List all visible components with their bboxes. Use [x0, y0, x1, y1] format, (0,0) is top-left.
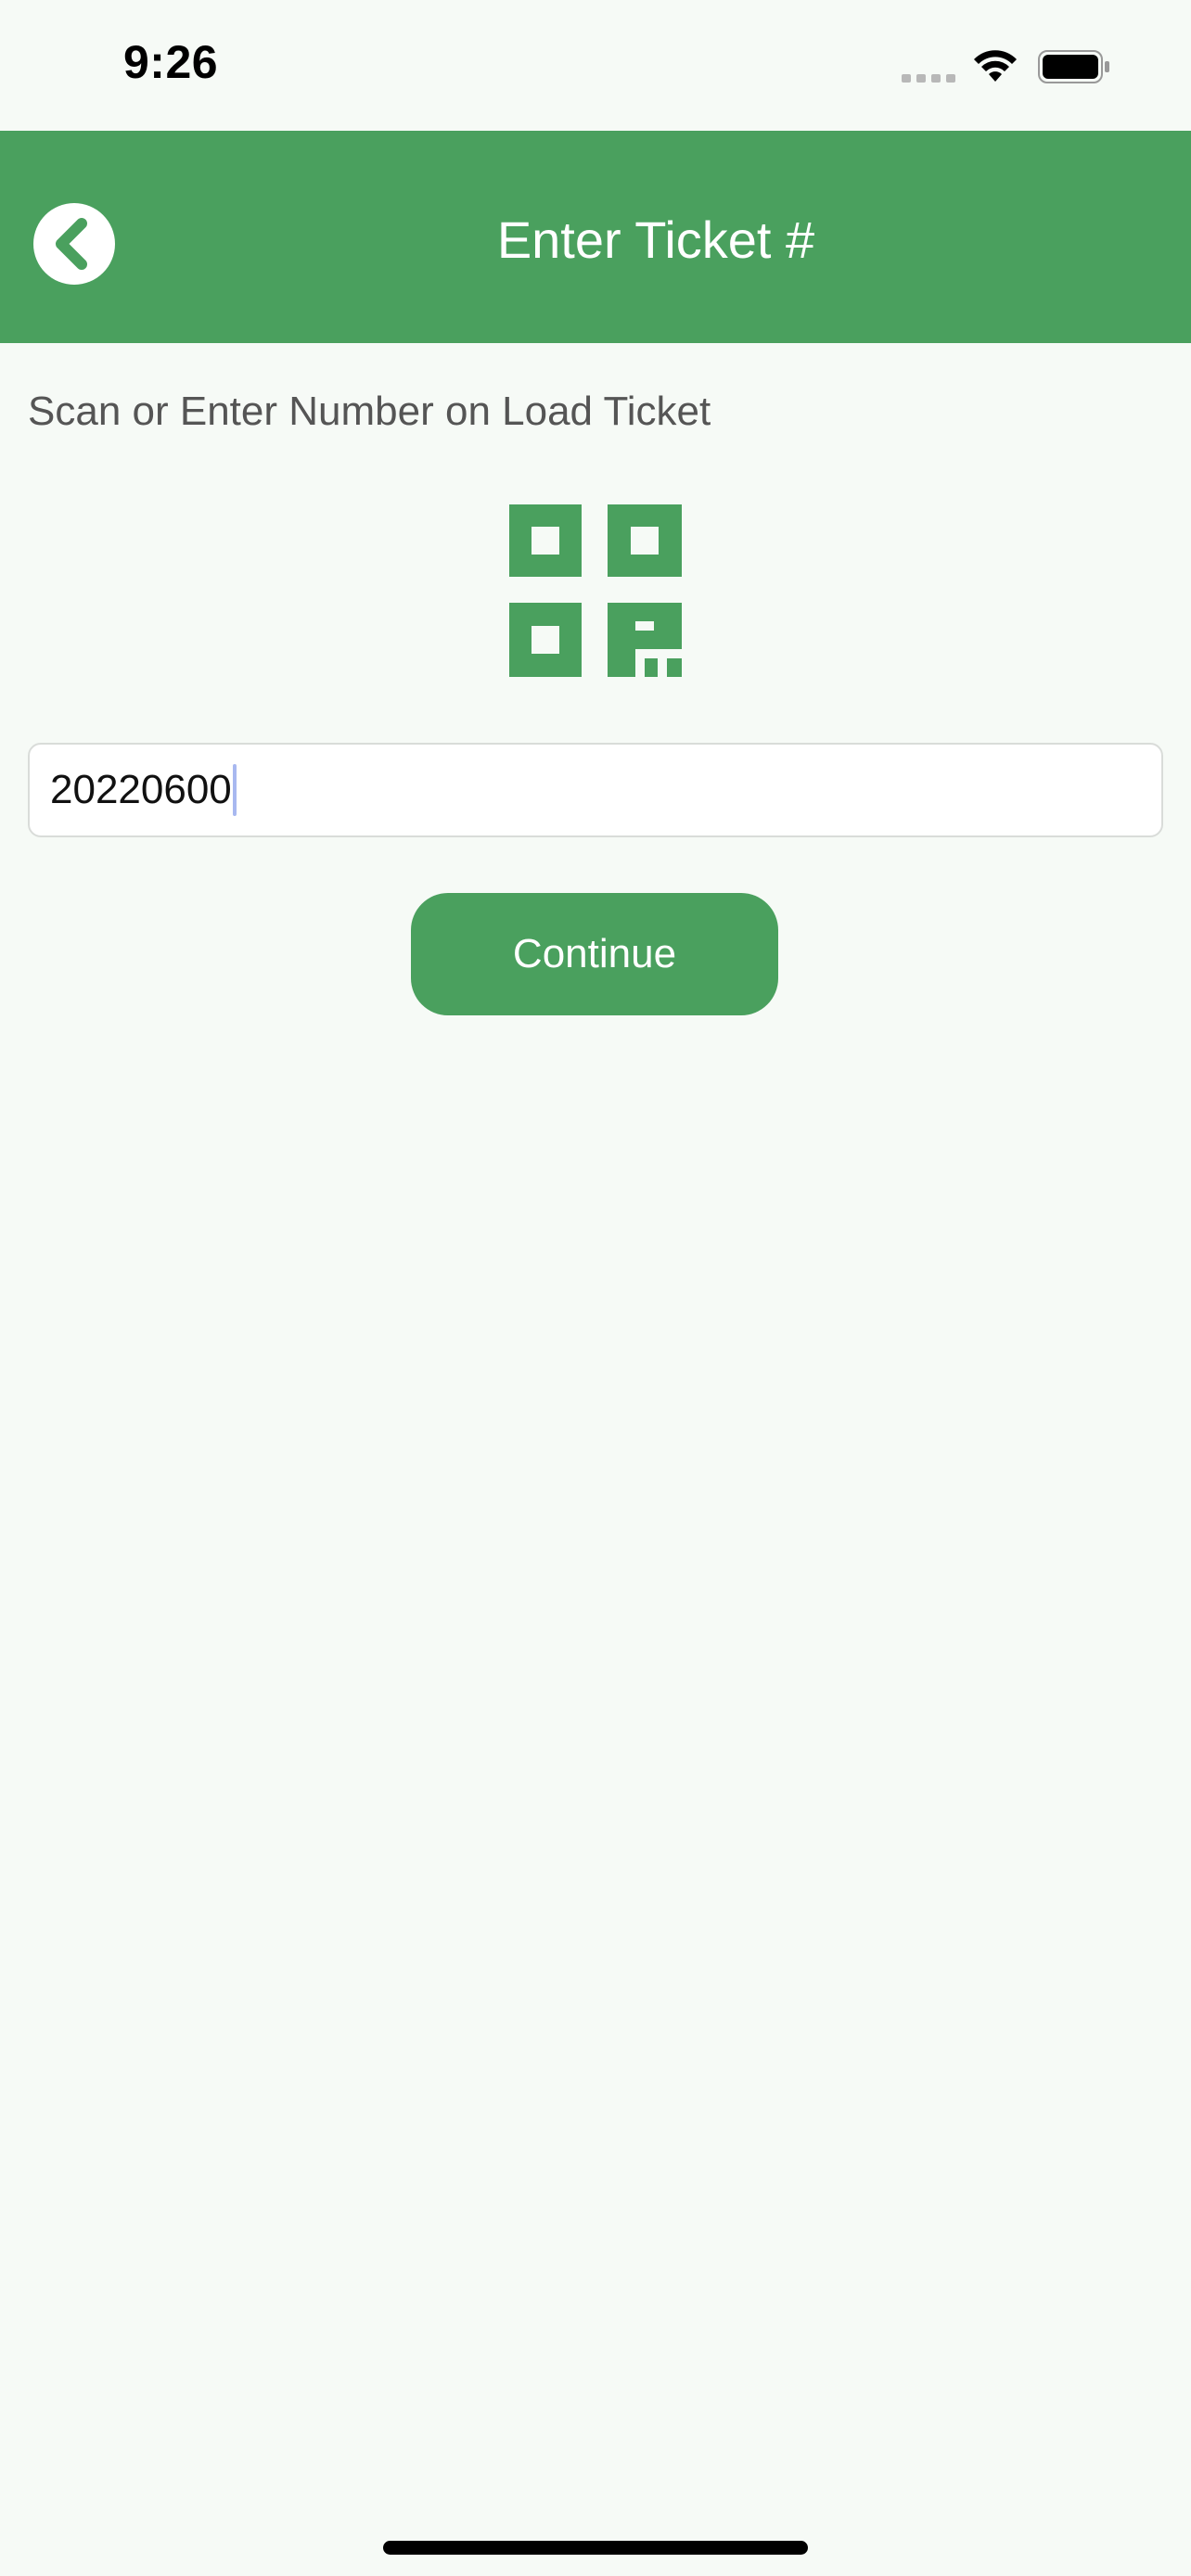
wifi-icon	[972, 46, 1018, 83]
home-indicator[interactable]	[383, 2541, 808, 2555]
status-time: 9:26	[123, 36, 219, 88]
status-bar: 9:26	[0, 0, 1191, 131]
ticket-number-input[interactable]: 20220600	[50, 745, 237, 835]
battery-icon	[1037, 49, 1111, 84]
cellular-signal-icon	[902, 74, 957, 83]
ticket-number-field[interactable]: 20220600	[28, 743, 1163, 837]
instruction-text: Scan or Enter Number on Load Ticket	[28, 389, 711, 434]
text-caret	[232, 764, 237, 816]
page-title: Enter Ticket #	[496, 210, 815, 269]
qr-code-icon[interactable]	[509, 504, 682, 677]
ticket-number-value: 20220600	[50, 767, 232, 812]
continue-button[interactable]: Continue	[411, 893, 778, 1015]
